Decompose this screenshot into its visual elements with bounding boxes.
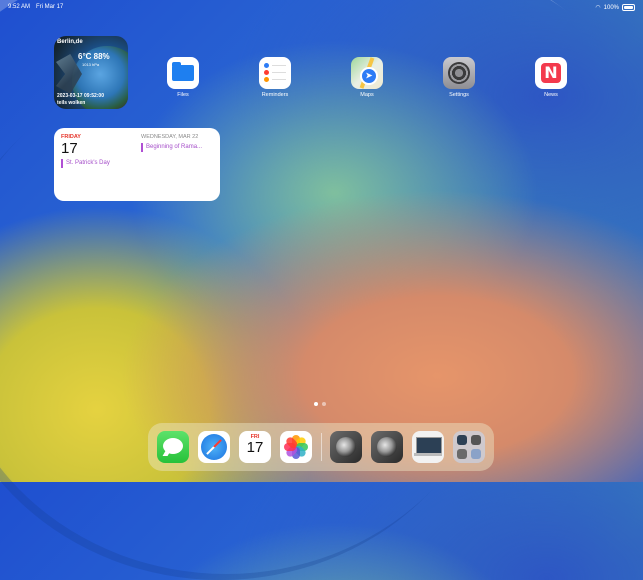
calendar-today-number: 17 [61,140,78,157]
status-bar: 9:52 AM Fri Mar 17 ◠ 100% [0,2,643,14]
files-icon [167,57,199,89]
page-dot-2 [322,402,326,406]
gear-icon [443,57,475,89]
laptop-app-icon[interactable] [412,431,444,463]
app-label: Reminders [261,92,289,98]
recent-app-icon[interactable] [330,431,362,463]
weather-small: 1013 hPa [82,62,100,67]
calendar-next-header: WEDNESDAY, MAR 22 [141,134,199,140]
app-maps[interactable]: ➤ Maps [347,57,387,98]
photos-icon[interactable] [280,431,312,463]
battery-percent: 100% [603,4,619,11]
app-label: Settings [449,92,469,98]
dock-separator [321,433,322,461]
app-library-icon[interactable] [453,431,485,463]
page-dot-1 [314,402,318,406]
maps-icon: ➤ [351,57,383,89]
wifi-icon: ◠ [595,5,601,11]
calendar-widget[interactable]: FRIDAY 17 St. Patrick's Day WEDNESDAY, M… [54,128,220,201]
app-reminders[interactable]: Reminders [255,57,295,98]
calendar-today-event: St. Patrick's Day [61,159,110,168]
app-settings[interactable]: Settings [439,57,479,98]
app-label: Files [177,92,189,98]
page-indicator[interactable] [314,402,326,406]
weather-temp: 6°C 88% [78,52,110,61]
status-time: 9:52 AM [8,4,31,10]
calendar-icon[interactable]: FRI 17 [239,431,271,463]
safari-icon[interactable] [198,431,230,463]
reminders-icon [259,57,291,89]
weather-city: Berlin,de [57,39,83,45]
dock: FRI 17 [148,423,494,471]
battery-icon [622,4,635,11]
dock-calendar-day: 17 [246,439,264,456]
weather-condition: teils wolken [57,100,86,106]
app-news[interactable]: N News [531,57,571,98]
messages-icon[interactable] [157,431,189,463]
status-date: Fri Mar 17 [36,4,64,10]
status-right: ◠ 100% [595,4,635,11]
weather-widget[interactable]: Berlin,de 6°C 88% 1013 hPa 2023-03-17 09… [54,36,128,109]
app-files[interactable]: Files [163,57,203,98]
recent-app-icon[interactable] [371,431,403,463]
app-label: News [544,92,558,98]
calendar-next-event: Beginning of Rama... [141,143,202,152]
news-icon: N [535,57,567,89]
weather-datetime: 2023-03-17 09:52:00 [57,93,104,99]
app-label: Maps [360,92,374,98]
